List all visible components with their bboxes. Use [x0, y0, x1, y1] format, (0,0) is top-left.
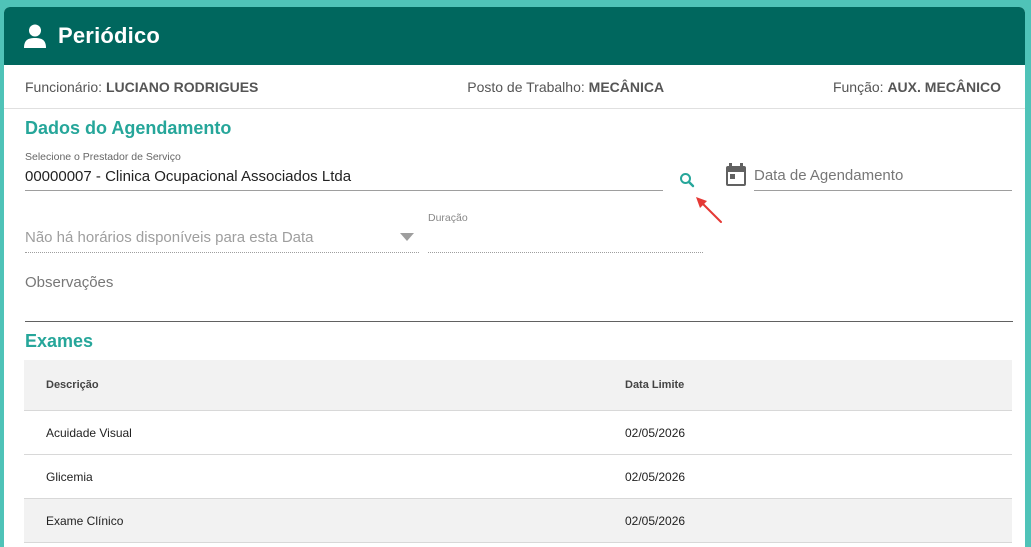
duracao-input[interactable]	[428, 252, 703, 253]
cell-data-limite: 02/05/2026	[625, 469, 686, 484]
dialog-title: Periódico	[58, 23, 161, 48]
posto-info: Posto de Trabalho: MECÂNICA	[467, 79, 664, 95]
prestador-select-value[interactable]: 00000007 - Clinica Ocupacional Associado…	[25, 168, 351, 185]
cell-descricao: Exame Clínico	[46, 513, 124, 528]
cell-descricao: Glicemia	[46, 469, 93, 484]
agendamento-section-title: Dados do Agendamento	[25, 118, 232, 138]
horarios-underline	[25, 252, 419, 253]
user-icon	[24, 24, 46, 48]
funcao-label: Função:	[832, 78, 884, 95]
duracao-label: Duração	[428, 212, 468, 224]
posto-label: Posto de Trabalho:	[467, 78, 585, 95]
calendar-icon[interactable]	[725, 163, 747, 187]
table-row[interactable]: Glicemia 02/05/2026	[24, 455, 1012, 499]
dropdown-arrow-icon[interactable]	[400, 233, 414, 241]
column-header-data-limite[interactable]: Data Limite	[625, 379, 1012, 391]
funcao-info: Função: AUX. MECÂNICO	[833, 79, 1001, 95]
annotation-arrow-icon	[696, 197, 722, 223]
prestador-label: Selecione o Prestador de Serviço	[25, 151, 181, 163]
cell-descricao: Acuidade Visual	[46, 425, 132, 440]
posto-value: MECÂNICA	[588, 78, 665, 95]
search-icon[interactable]	[679, 172, 695, 188]
funcionario-value: LUCIANO RODRIGUES	[105, 78, 259, 95]
prestador-underline	[25, 190, 663, 191]
data-agendamento-input[interactable]: Data de Agendamento	[754, 167, 903, 184]
funcionario-label: Funcionário:	[25, 78, 103, 95]
exames-table: Descrição Data Limite Acuidade Visual 02…	[24, 360, 1012, 543]
cell-data-limite: 02/05/2026	[625, 425, 686, 440]
observacoes-input[interactable]: Observações	[25, 274, 113, 291]
table-header-row: Descrição Data Limite	[24, 360, 1012, 411]
funcionario-info: Funcionário: LUCIANO RODRIGUES	[25, 79, 258, 95]
employee-info-bar: Funcionário: LUCIANO RODRIGUES Posto de …	[4, 65, 1025, 109]
cell-data-limite: 02/05/2026	[625, 513, 686, 528]
dialog-header: Periódico	[4, 7, 1025, 65]
exames-section-title: Exames	[25, 331, 94, 351]
observacoes-underline	[25, 321, 1013, 322]
column-header-descricao[interactable]: Descrição	[24, 379, 625, 391]
periodico-dialog: Periódico Funcionário: LUCIANO RODRIGUES…	[4, 7, 1025, 547]
data-agendamento-underline	[754, 190, 1012, 191]
table-row[interactable]: Acuidade Visual 02/05/2026	[24, 411, 1012, 455]
funcao-value: AUX. MECÂNICO	[887, 78, 1001, 95]
table-row[interactable]: Exame Clínico 02/05/2026	[24, 499, 1012, 543]
horarios-select[interactable]: Não há horários disponíveis para esta Da…	[25, 229, 314, 246]
